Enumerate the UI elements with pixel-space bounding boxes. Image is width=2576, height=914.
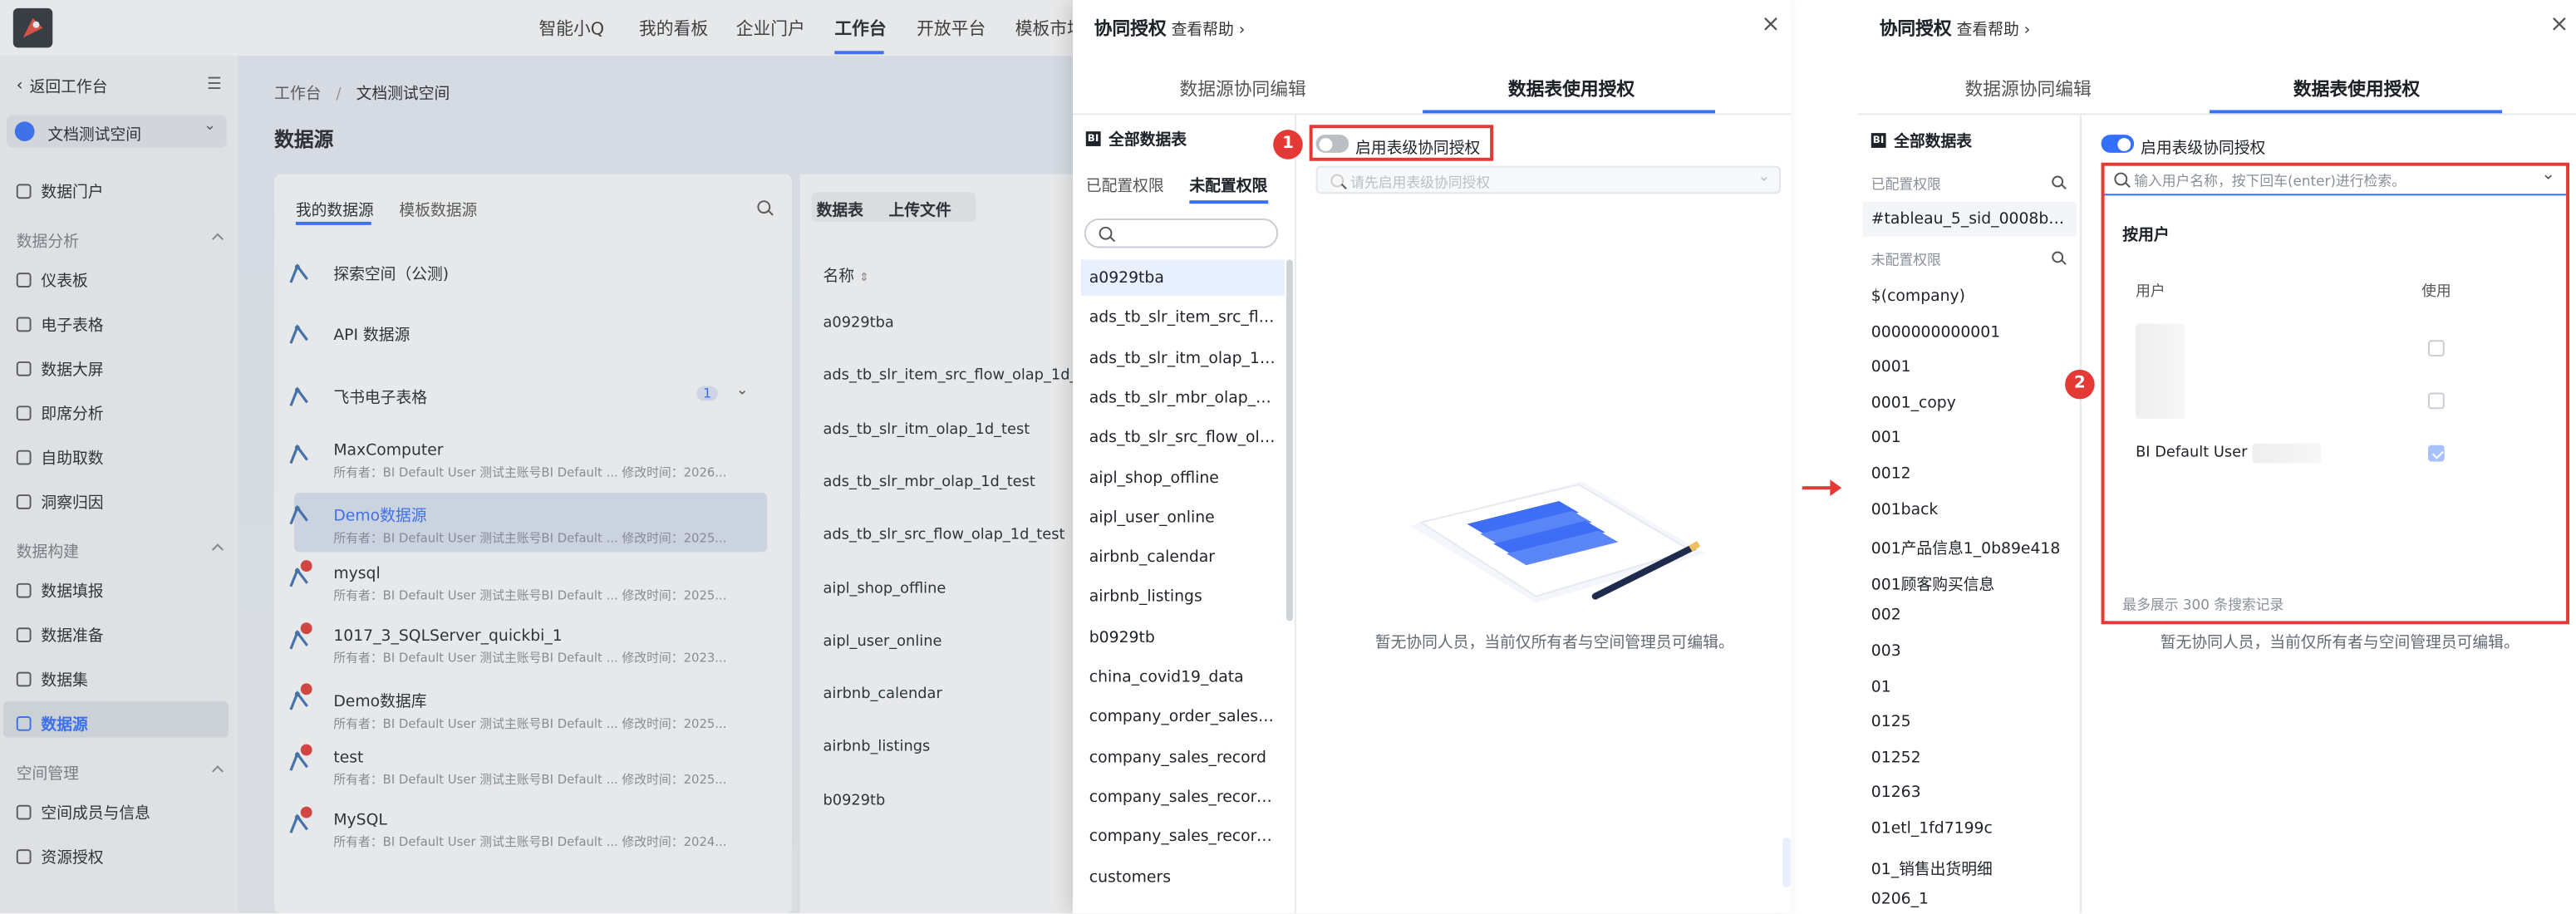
bi-icon: BI (1871, 132, 1886, 147)
list-item[interactable]: company_sales_record_... (1089, 789, 1278, 807)
user-name: BI Default User (2136, 445, 2248, 462)
help-link[interactable]: 查看帮助 › (1957, 17, 2031, 40)
search-icon[interactable] (2052, 175, 2064, 188)
empty-state-illustration (1401, 468, 1713, 616)
use-checkbox[interactable] (2428, 340, 2445, 357)
tab-table-usage-auth[interactable]: 数据表使用授权 (1508, 76, 1635, 102)
tab-datasource-collab-edit[interactable]: 数据源协同编辑 (1964, 76, 2091, 102)
list-item[interactable]: company_order_sales_re... (1089, 709, 1278, 727)
list-item[interactable]: 0001_copy (1871, 394, 2068, 412)
column-use: 使用 (2421, 284, 2451, 301)
list-item[interactable]: 0012 (1871, 464, 2068, 483)
column-user: 用户 (2136, 284, 2166, 301)
dropdown-group-label: 按用户 (2122, 226, 2170, 245)
list-item[interactable]: ads_tb_slr_src_flow_olap... (1089, 429, 1278, 447)
chevron-down-icon: ⌄ (2541, 165, 2556, 184)
toggle-label: 启用表级协同授权 (1355, 140, 1481, 158)
modal-overlay[interactable] (0, 0, 1076, 914)
list-item[interactable]: 01etl_1fd7199c (1871, 820, 2068, 838)
table-level-auth-toggle[interactable] (1315, 135, 1349, 153)
empty-state-text: 暂无协同人员，当前仅所有者与空间管理员可编辑。 (2160, 634, 2519, 652)
table-level-auth-toggle[interactable] (2101, 135, 2135, 153)
user-row[interactable]: BI Default User (2107, 434, 2564, 473)
list-item[interactable]: $(company) (1871, 287, 2068, 306)
user-search-input-disabled[interactable]: 请先启用表级协同授权 ⌄ (1315, 165, 1782, 194)
subtab-underline (1189, 200, 1269, 204)
drawer-title: 协同授权 (1879, 17, 1952, 40)
list-item[interactable]: 003 (1871, 642, 2068, 661)
collab-auth-drawer-after: 协同授权 查看帮助 › × 数据源协同编辑 数据表使用授权 BI 全部数据表 已配… (1857, 0, 2576, 914)
list-item[interactable]: company_sales_record (1089, 749, 1278, 767)
redacted-block (2252, 443, 2322, 464)
step-badge-1: 1 (1273, 130, 1303, 160)
help-link[interactable]: 查看帮助 › (1172, 17, 1246, 40)
dropdown-footer: 最多展示 300 条搜索记录 (2122, 597, 2284, 615)
list-item[interactable]: 001back (1871, 500, 2068, 518)
close-icon[interactable]: × (2549, 12, 2569, 38)
list-item[interactable]: 0000000000001 (1871, 323, 2068, 342)
list-item[interactable]: company_sales_record_... (1089, 828, 1278, 847)
step-badge-2: 2 (2065, 369, 2095, 400)
user-search-input[interactable]: 输入用户名称，按下回车(enter)进行检索。 ⌄ (2104, 165, 2567, 196)
unconfigured-section-label: 未配置权限 (1871, 253, 1941, 270)
chevron-right-icon: › (1238, 21, 1246, 40)
subtab-unconfigured[interactable]: 未配置权限 (1189, 173, 1267, 196)
list-item[interactable]: 001顾客购买信息 (1871, 572, 2068, 595)
list-item[interactable]: 001产品信息1_0b89e418 (1871, 536, 2068, 559)
redacted-block (2136, 323, 2185, 373)
search-icon (1330, 174, 1345, 188)
scrollbar[interactable] (1286, 259, 1293, 622)
collab-auth-drawer-before: 协同授权 查看帮助 › × 数据源协同编辑 数据表使用授权 BI 全部数据表 已配… (1072, 0, 1791, 914)
tab-datasource-collab-edit[interactable]: 数据源协同编辑 (1179, 76, 1305, 102)
list-item[interactable]: 002 (1871, 607, 2068, 625)
list-item[interactable]: #tableau_5_sid_0008bd2b... (1871, 210, 2068, 228)
all-tables-title: BI 全部数据表 (1085, 130, 1187, 150)
list-item[interactable]: 0001 (1871, 358, 2068, 376)
list-item[interactable]: china_covid19_data (1089, 669, 1278, 687)
list-item[interactable]: 01 (1871, 678, 2068, 696)
table-search-input[interactable] (1084, 218, 1279, 248)
arrow-head (1830, 479, 1842, 497)
list-item[interactable]: 0125 (1871, 713, 2068, 731)
list-item[interactable]: ads_tb_slr_itm_olap_1d_... (1089, 349, 1278, 367)
list-item[interactable]: airbnb_listings (1089, 589, 1278, 607)
empty-state-text: 暂无协同人员，当前仅所有者与空间管理员可编辑。 (1374, 634, 1734, 652)
user-search-dropdown: 按用户 用户 使用 BI Default User 最多展示 300 条搜索记录 (2107, 197, 2565, 622)
list-item[interactable]: airbnb_calendar (1089, 549, 1278, 568)
use-checkbox[interactable] (2428, 445, 2445, 462)
list-item[interactable]: ads_tb_slr_mbr_olap_1d_... (1089, 389, 1278, 407)
all-tables-title: BI 全部数据表 (1871, 132, 1973, 151)
chevron-down-icon: ⌄ (1757, 169, 1771, 186)
list-item[interactable]: 01263 (1871, 784, 2068, 803)
list-item[interactable]: aipl_shop_offline (1089, 469, 1278, 487)
list-item[interactable]: 0206_1 (1871, 891, 2068, 909)
list-item[interactable]: aipl_user_online (1089, 509, 1278, 527)
user-row[interactable] (2107, 369, 2564, 420)
list-item[interactable]: customers (1089, 868, 1278, 887)
list-item[interactable]: 001 (1871, 430, 2068, 448)
search-icon[interactable] (2052, 251, 2064, 263)
user-row[interactable] (2107, 323, 2564, 373)
drawer-title: 协同授权 (1094, 17, 1167, 40)
use-checkbox[interactable] (2428, 392, 2445, 410)
list-item[interactable]: ads_tb_slr_item_src_flow... (1089, 309, 1278, 327)
search-icon (1099, 226, 1113, 240)
configured-section-label: 已配置权限 (1871, 177, 1941, 194)
list-item[interactable]: 01252 (1871, 749, 2068, 767)
bi-icon: BI (1085, 130, 1101, 145)
close-icon[interactable]: × (1761, 12, 1780, 38)
list-item[interactable]: 01_销售出货明细 (1871, 855, 2068, 878)
list-item[interactable]: a0929tba (1089, 269, 1278, 287)
tab-table-usage-auth[interactable]: 数据表使用授权 (2293, 76, 2420, 102)
subtab-configured[interactable]: 已配置权限 (1086, 173, 1164, 196)
list-item[interactable]: b0929tb (1089, 629, 1278, 647)
search-icon (2114, 172, 2128, 186)
toggle-label: 启用表级协同授权 (2141, 140, 2266, 158)
chevron-right-icon: › (2023, 21, 2031, 40)
redacted-block (2136, 369, 2185, 420)
